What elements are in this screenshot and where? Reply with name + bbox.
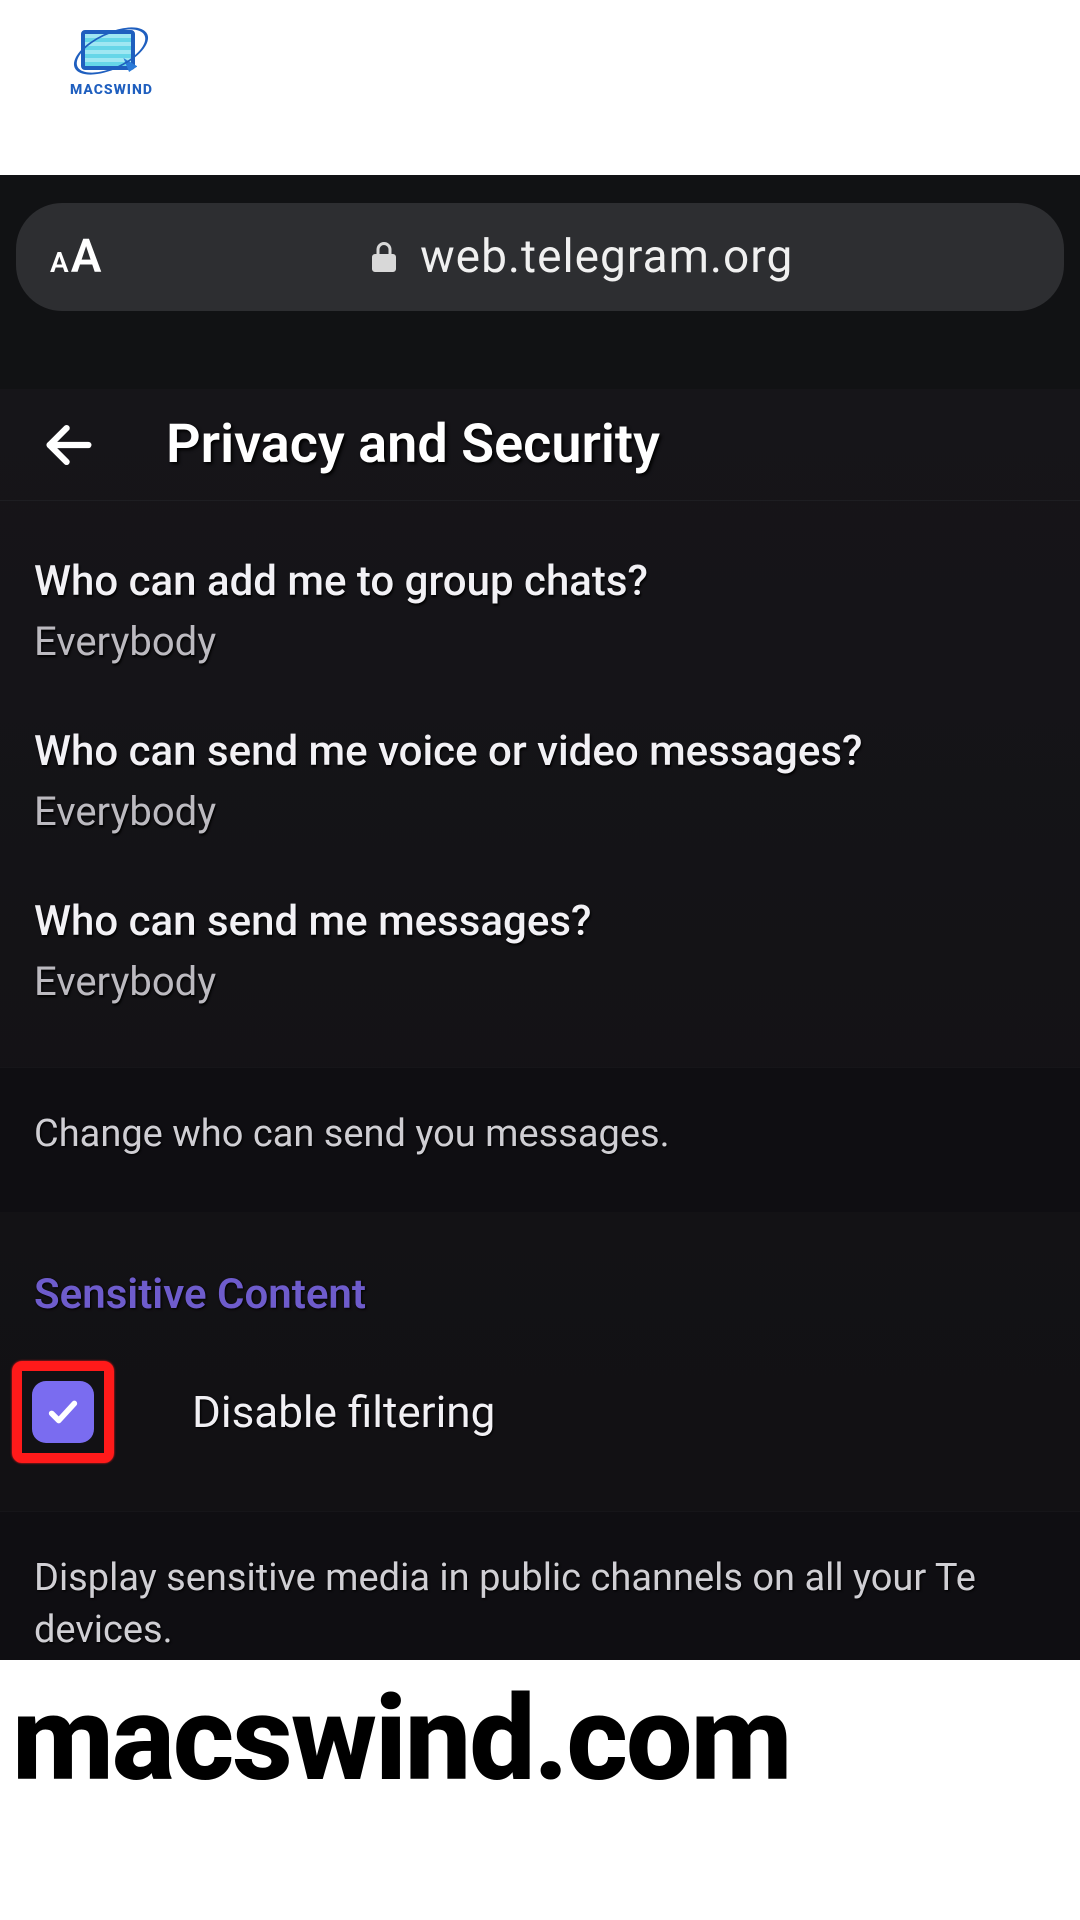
reader-font-size-button[interactable]: A A [50, 230, 101, 284]
messages-section-note: Change who can send you messages. [0, 1067, 1080, 1212]
top-watermark-bar: MACSWIND [0, 0, 1080, 175]
url-host-text: web.telegram.org [420, 230, 793, 284]
setting-title: Who can add me to group chats? [34, 557, 1046, 606]
sensitive-content-description: Display sensitive media in public channe… [0, 1511, 1080, 1660]
setting-row-messages[interactable]: Who can send me messages? Everybody [0, 897, 1080, 1067]
setting-title: Who can send me messages? [34, 897, 1046, 946]
macswind-logo-mark [77, 24, 145, 78]
setting-value: Everybody [34, 958, 1046, 1005]
back-button[interactable] [40, 416, 98, 474]
url-host-area[interactable]: web.telegram.org [129, 230, 1030, 284]
setting-value: Everybody [34, 618, 1046, 665]
setting-title: Who can send me voice or video messages? [34, 727, 1046, 776]
big-a-icon: A [71, 230, 102, 284]
bottom-watermark-bar: macswind.com [0, 1660, 1080, 1920]
page-title: Privacy and Security [166, 413, 660, 476]
app-header: Privacy and Security [0, 389, 1080, 501]
annotation-highlight-box [12, 1361, 114, 1463]
lock-icon [366, 239, 402, 275]
sensitive-content-header: Sensitive Content [0, 1212, 1080, 1361]
macswind-logo: MACSWIND [70, 24, 153, 98]
setting-row-voice-video[interactable]: Who can send me voice or video messages?… [0, 727, 1080, 897]
check-icon [46, 1395, 80, 1429]
disable-filtering-row[interactable]: Disable filtering [0, 1361, 1080, 1511]
disable-filtering-label: Disable filtering [192, 1386, 495, 1438]
macswind-logo-text: MACSWIND [70, 82, 153, 98]
brand-url-text: macswind.com [12, 1670, 790, 1808]
small-a-icon: A [50, 246, 69, 279]
disable-filtering-checkbox[interactable] [32, 1381, 94, 1443]
browser-frame: A A web.telegram.org Privacy and Securit… [0, 175, 1080, 1660]
arrow-left-icon [40, 416, 98, 474]
app-content: Privacy and Security Who can add me to g… [0, 389, 1080, 1660]
setting-row-group-chats[interactable]: Who can add me to group chats? Everybody [0, 557, 1080, 727]
privacy-settings-list: Who can add me to group chats? Everybody… [0, 501, 1080, 1067]
setting-value: Everybody [34, 788, 1046, 835]
url-bar[interactable]: A A web.telegram.org [16, 203, 1064, 311]
